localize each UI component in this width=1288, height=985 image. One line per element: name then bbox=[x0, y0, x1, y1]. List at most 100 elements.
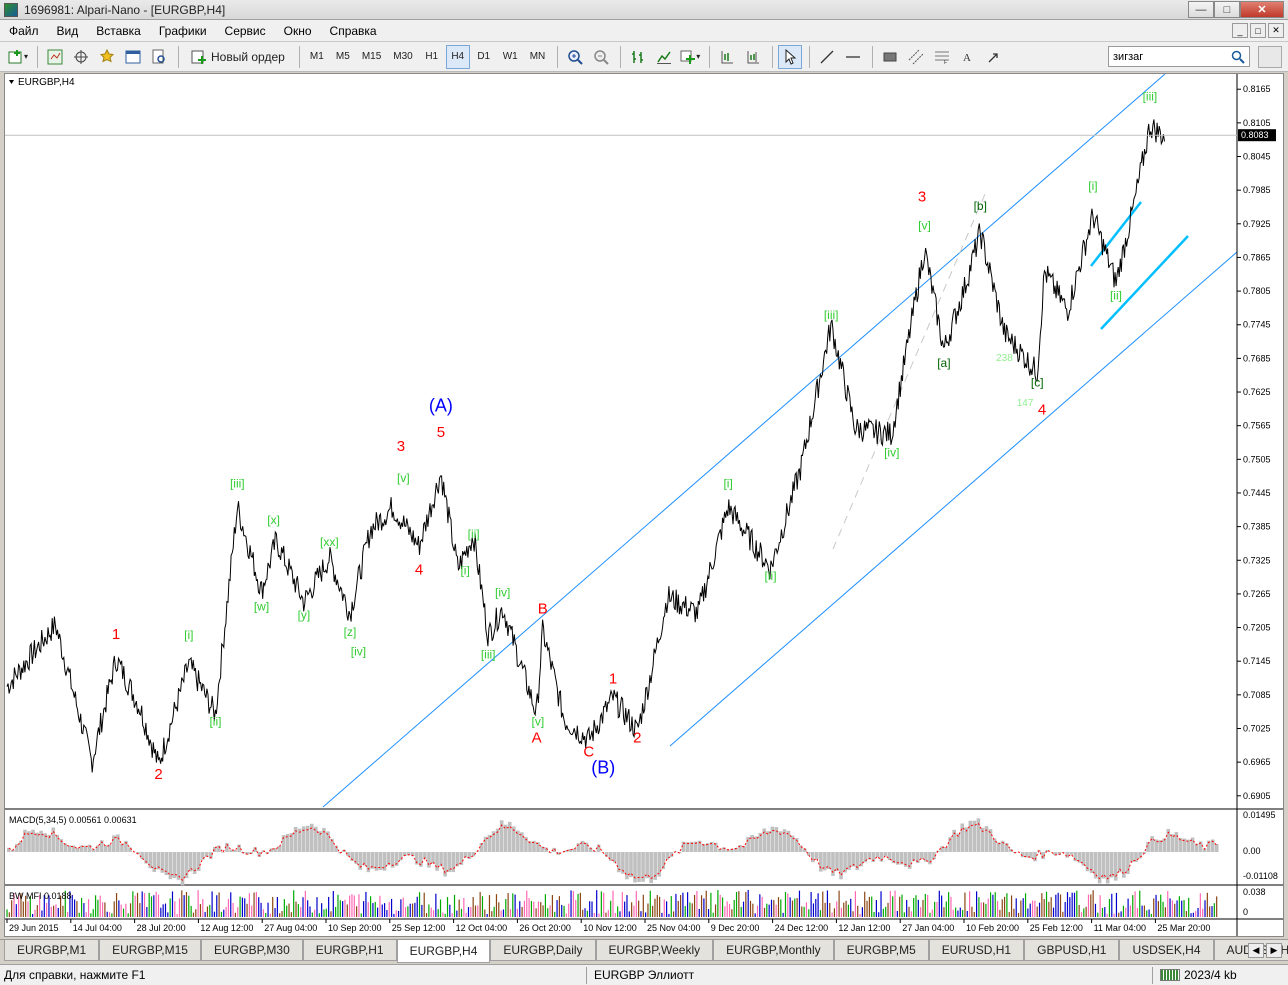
price-tick-label: 0.7865 bbox=[1243, 252, 1271, 262]
macd-bar bbox=[754, 836, 758, 852]
menu-tools[interactable]: Сервис bbox=[216, 24, 275, 38]
toolbar-menu-button[interactable] bbox=[1258, 46, 1282, 68]
timeframe-m15[interactable]: M15 bbox=[357, 45, 386, 69]
macd-bar bbox=[645, 852, 649, 879]
tab-eurgbp-weekly[interactable]: EURGBP,Weekly bbox=[595, 940, 714, 961]
macd-bar bbox=[354, 852, 359, 864]
cursor-tool-button[interactable] bbox=[778, 44, 803, 69]
minimize-button[interactable]: — bbox=[1188, 1, 1214, 18]
close-button[interactable]: ✕ bbox=[1240, 1, 1284, 18]
new-order-button[interactable]: Новый ордер bbox=[184, 45, 292, 69]
macd-bar bbox=[1150, 836, 1154, 852]
wave-label-minor: [v] bbox=[397, 471, 410, 485]
menu-view[interactable]: Вид bbox=[48, 24, 88, 38]
tab-gbpusd-h1[interactable]: GBPUSD,H1 bbox=[1024, 940, 1120, 961]
trendline-tool-button[interactable] bbox=[815, 45, 839, 69]
autoscroll-icon bbox=[747, 50, 760, 63]
wave-label-minor: [i] bbox=[723, 476, 732, 490]
tab-eurusd-h1[interactable]: EURUSD,H1 bbox=[928, 940, 1025, 961]
time-tick-label: 29 Jun 2015 bbox=[9, 923, 59, 933]
tab-eurgbp-m5[interactable]: EURGBP,M5 bbox=[833, 940, 929, 961]
bar-chart-button[interactable] bbox=[626, 45, 650, 69]
fibo-tool-button[interactable]: F bbox=[930, 45, 954, 69]
timeframe-d1[interactable]: D1 bbox=[472, 45, 496, 69]
timeframe-h1[interactable]: H1 bbox=[420, 45, 444, 69]
trendline-icon bbox=[820, 50, 834, 63]
navigator-button[interactable] bbox=[95, 45, 119, 69]
zoom-out-button[interactable] bbox=[589, 45, 613, 69]
timeframe-mn[interactable]: MN bbox=[525, 45, 551, 69]
macd-bar bbox=[1073, 852, 1078, 862]
tabs-right-icon[interactable]: ▶ bbox=[1266, 943, 1282, 958]
macd-bar bbox=[960, 823, 965, 852]
tabs-left-icon[interactable]: ◀ bbox=[1248, 943, 1264, 958]
menu-help[interactable]: Справка bbox=[321, 24, 386, 38]
timeframe-w1[interactable]: W1 bbox=[498, 45, 523, 69]
data-window-button[interactable] bbox=[69, 45, 93, 69]
menu-bar: Файл Вид Вставка Графики Сервис Окно Спр… bbox=[0, 20, 1288, 42]
child-restore-button[interactable]: □ bbox=[1250, 23, 1266, 38]
chart-window[interactable]: 1 2 3 5 4 B A C 1 2 3 4 (A) (B) [iii] [i] [ii] [x] [w] [y][… bbox=[4, 73, 1284, 937]
menu-window[interactable]: Окно bbox=[275, 24, 321, 38]
time-tick-label: 25 Sep 12:00 bbox=[392, 923, 446, 933]
tab-eurgbp-m30[interactable]: EURGBP,M30 bbox=[200, 940, 303, 961]
maximize-button[interactable]: □ bbox=[1214, 1, 1240, 18]
wave-label-minor: [i] bbox=[460, 563, 469, 577]
search-box[interactable] bbox=[1108, 46, 1250, 67]
chart-shift-button[interactable] bbox=[715, 45, 739, 69]
child-minimize-button[interactable]: _ bbox=[1232, 23, 1248, 38]
text-tool-button[interactable]: A bbox=[956, 45, 980, 69]
menu-charts[interactable]: Графики bbox=[150, 24, 216, 38]
menu-insert[interactable]: Вставка bbox=[87, 24, 150, 38]
menu-file[interactable]: Файл bbox=[0, 24, 48, 38]
macd-bar bbox=[944, 847, 948, 852]
macd-bar bbox=[1190, 837, 1195, 852]
search-icon[interactable] bbox=[1231, 50, 1245, 64]
macd-bar bbox=[875, 852, 880, 858]
new-chart-button[interactable]: ▾ bbox=[6, 45, 30, 69]
macd-bar bbox=[152, 852, 157, 872]
zoom-in-button[interactable] bbox=[563, 45, 587, 69]
tab-eurgbp-h1[interactable]: EURGBP,H1 bbox=[302, 940, 397, 961]
hline-tool-button[interactable] bbox=[841, 45, 865, 69]
price-chart[interactable]: 12354BAC1234(A)(B)[iii][i][ii][x][w][y][… bbox=[5, 74, 1283, 936]
autoscroll-button[interactable] bbox=[741, 45, 765, 69]
app-icon bbox=[4, 2, 18, 17]
channel-tool-button[interactable] bbox=[904, 45, 928, 69]
tab-eurgbp-monthly[interactable]: EURGBP,Monthly bbox=[713, 940, 834, 961]
search-input[interactable] bbox=[1113, 50, 1223, 63]
macd-bar bbox=[451, 852, 455, 873]
tab-usdsek-h4[interactable]: USDSEK,H4 bbox=[1119, 940, 1214, 961]
market-watch-button[interactable] bbox=[43, 45, 67, 69]
macd-bar bbox=[859, 852, 864, 867]
wave-label-minor: [iii] bbox=[1143, 89, 1158, 103]
wave-label-red: A bbox=[532, 730, 542, 747]
timeframe-m5[interactable]: M5 bbox=[331, 45, 355, 69]
tab-eurgbp-daily[interactable]: EURGBP,Daily bbox=[490, 940, 596, 961]
time-tick-label: 28 Jul 20:00 bbox=[137, 923, 186, 933]
time-tick-label: 9 Dec 20:00 bbox=[711, 923, 760, 933]
tab-eurgbp-m1[interactable]: EURGBP,M1 bbox=[4, 940, 100, 961]
status-bar: Для справки, нажмите F1 EURGBP Эллиотт 2… bbox=[0, 964, 1288, 985]
tab-eurgbp-m15[interactable]: EURGBP,M15 bbox=[99, 940, 201, 961]
wave-label-blue: (B) bbox=[591, 757, 615, 777]
wave-label-minor: [iv] bbox=[351, 645, 366, 659]
time-tick-label: 25 Feb 12:00 bbox=[1030, 923, 1083, 933]
timeframe-h4[interactable]: H4 bbox=[445, 44, 470, 69]
market-watch-icon bbox=[47, 49, 63, 64]
tab-eurgbp-h4[interactable]: EURGBP,H4 bbox=[396, 940, 491, 963]
macd-bar bbox=[988, 829, 993, 852]
rectangle-tool-button[interactable] bbox=[878, 45, 902, 69]
macd-bar bbox=[847, 852, 851, 870]
candles-button[interactable] bbox=[652, 45, 676, 69]
timeframe-m1[interactable]: M1 bbox=[305, 45, 329, 69]
indicators-button[interactable]: ▾ bbox=[678, 45, 702, 69]
arrows-tool-button[interactable] bbox=[982, 45, 1006, 69]
terminal-button[interactable] bbox=[121, 45, 145, 69]
new-order-icon bbox=[191, 50, 206, 64]
status-profile[interactable]: EURGBP Эллиотт bbox=[594, 968, 694, 982]
tester-button[interactable] bbox=[147, 45, 171, 69]
timeframe-m30[interactable]: M30 bbox=[388, 45, 417, 69]
child-close-button[interactable]: ✕ bbox=[1268, 23, 1284, 38]
macd-bar bbox=[1069, 852, 1074, 855]
